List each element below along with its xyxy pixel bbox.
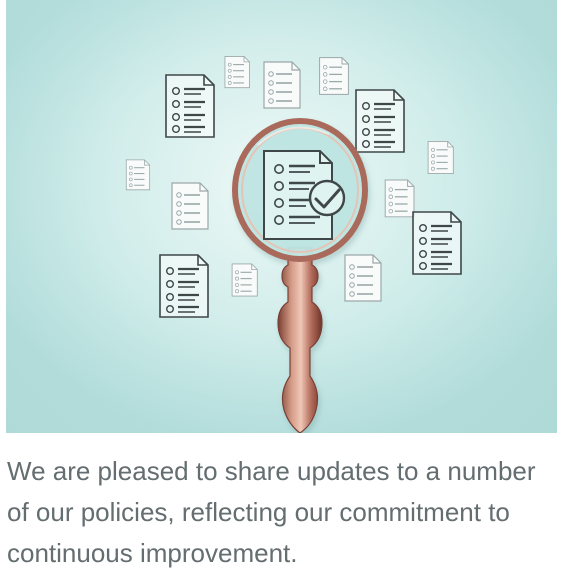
magnifying-glass-checklist-illustration — [6, 0, 557, 433]
magnifying-glass-handle — [277, 247, 323, 433]
document-icon-top-right — [354, 88, 406, 154]
document-icon-top-small-right — [318, 56, 350, 96]
document-icon-left — [171, 182, 209, 230]
document-icon-top-left — [164, 73, 216, 139]
checkmark-circle-icon — [308, 179, 346, 217]
document-icon-right — [411, 210, 463, 276]
document-icon-top-center — [263, 61, 301, 109]
document-icon-top-small-left — [224, 55, 250, 89]
document-icon-bottom-right — [344, 254, 382, 302]
policy-update-caption: We are pleased to share updates to a num… — [7, 456, 536, 568]
document-icon-bottom-small — [231, 263, 258, 297]
document-icon-bottom-left — [158, 253, 210, 319]
document-icon-mid-right-small — [427, 140, 454, 175]
document-icon-center-right-small — [384, 179, 415, 218]
document-icon-left-small — [125, 159, 151, 191]
content-card: We are pleased to share updates to a num… — [0, 0, 563, 570]
policy-illustration — [6, 0, 557, 433]
